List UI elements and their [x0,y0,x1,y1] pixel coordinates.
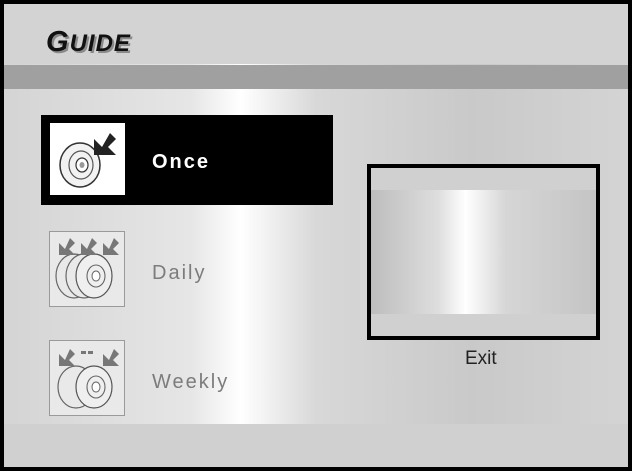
triple-disc-arrows-icon [49,231,125,307]
menu-item-daily[interactable]: Daily [41,224,333,314]
footer-bar [4,424,628,467]
exit-button[interactable]: Exit [465,348,497,370]
menu-item-label: Weekly [152,371,230,393]
menu-item-weekly[interactable]: Weekly [41,333,333,423]
header: GUIDE [4,4,628,64]
menu-item-once[interactable]: Once [41,115,333,205]
header-band [4,65,628,89]
preview-window [367,164,600,340]
page-title: GUIDE [46,26,131,59]
preview-screen [371,190,596,314]
title-initial: G [46,26,70,58]
title-rest: UIDE [69,30,131,57]
menu-item-label: Once [152,151,211,173]
guide-window: GUIDE Once Daily Weekly Exit [4,4,628,467]
single-disc-arrow-icon [50,123,125,195]
menu-item-label: Daily [152,262,207,284]
double-disc-arrows-icon [49,340,125,416]
